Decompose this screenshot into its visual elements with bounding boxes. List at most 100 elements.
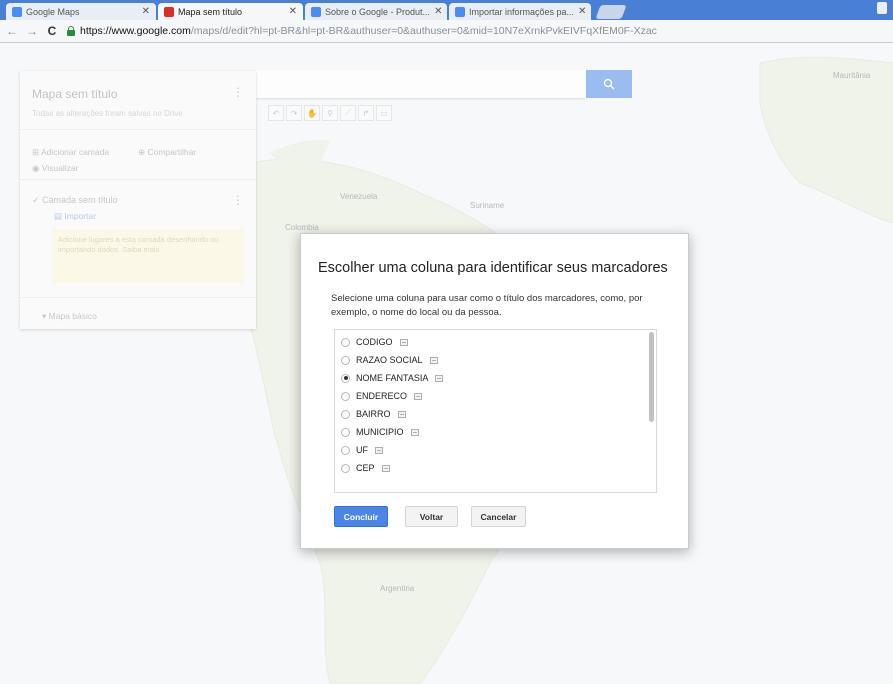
marker-icon[interactable]: ⚲ bbox=[322, 105, 338, 121]
browser-tab-importar[interactable]: Importar informações pa... ✕ bbox=[449, 3, 591, 20]
column-option-uf[interactable]: UF bbox=[341, 442, 383, 458]
base-map-toggle[interactable]: ▾ Mapa básico bbox=[42, 311, 97, 322]
preview-button[interactable]: ◉ Visualizar bbox=[32, 163, 78, 174]
layer-options-icon[interactable]: ⋮ bbox=[232, 193, 244, 207]
column-option-nome-fantasia[interactable]: NOME FANTASIA bbox=[341, 370, 444, 386]
text-column-type-icon bbox=[414, 392, 423, 400]
layer-item[interactable]: ✓ Camada sem título bbox=[32, 195, 118, 206]
layer-hint: Adicione lugares a esta camada desenhand… bbox=[52, 229, 244, 283]
address-bar[interactable]: https://www.google.com/maps/d/edit?hl=pt… bbox=[80, 25, 870, 37]
back-button[interactable]: Voltar bbox=[405, 506, 458, 527]
column-name: UF bbox=[356, 445, 368, 455]
finish-button[interactable]: Concluir bbox=[334, 506, 388, 527]
list-scrollbar[interactable] bbox=[649, 332, 654, 422]
radio-button[interactable] bbox=[341, 355, 350, 365]
map-sidebar: Mapa sem título ⋮ Todas as alterações fo… bbox=[20, 71, 256, 329]
browser-toolbar: ← → C https://www.google.com/maps/d/edit… bbox=[0, 20, 893, 43]
tab-title: Importar informações pa... bbox=[469, 6, 575, 17]
google-maps-favicon-icon bbox=[12, 6, 22, 17]
google-favicon-icon bbox=[455, 6, 465, 17]
cancel-button[interactable]: Cancelar bbox=[471, 506, 526, 527]
column-name: MUNICIPIO bbox=[356, 427, 404, 437]
divider bbox=[20, 179, 256, 180]
window-control-button[interactable] bbox=[877, 2, 887, 14]
forward-arrow-icon[interactable]: → bbox=[24, 24, 40, 38]
base-map-label: Mapa básico bbox=[48, 311, 97, 321]
url-path: /maps/d/edit?hl=pt-BR&hl=pt-BR&authuser=… bbox=[190, 25, 657, 37]
browser-tab-sobre-o-google[interactable]: Sobre o Google - Produt... ✕ bbox=[305, 3, 447, 20]
radio-button-selected[interactable] bbox=[341, 373, 350, 383]
map-search-input[interactable] bbox=[256, 70, 586, 98]
my-maps-favicon-icon bbox=[164, 6, 174, 17]
text-column-type-icon bbox=[429, 356, 438, 364]
share-label: Compartilhar bbox=[147, 147, 197, 157]
radio-button[interactable] bbox=[341, 463, 350, 473]
column-option-municipio[interactable]: MUNICIPIO bbox=[341, 424, 419, 440]
text-column-type-icon bbox=[399, 338, 408, 346]
map-title[interactable]: Mapa sem título bbox=[32, 87, 117, 101]
radio-button[interactable] bbox=[341, 409, 350, 419]
close-tab-icon[interactable]: ✕ bbox=[138, 6, 150, 17]
dialog-description: Selecione uma coluna para usar como o tí… bbox=[331, 293, 643, 318]
directions-icon[interactable]: ↱ bbox=[358, 105, 374, 121]
layer-name: Camada sem título bbox=[42, 195, 118, 205]
undo-icon[interactable]: ↶ bbox=[268, 105, 284, 121]
close-tab-icon[interactable]: ✕ bbox=[574, 6, 586, 17]
new-tab-button[interactable] bbox=[595, 5, 627, 19]
import-label: Importar bbox=[64, 211, 97, 221]
column-name: RAZAO SOCIAL bbox=[356, 355, 423, 365]
column-list[interactable]: CODIGO RAZAO SOCIAL NOME FANTASIA ENDERE… bbox=[334, 329, 657, 493]
back-arrow-icon[interactable]: ← bbox=[4, 24, 20, 38]
radio-button[interactable] bbox=[341, 337, 350, 347]
text-column-type-icon bbox=[435, 374, 444, 382]
column-name: BAIRRO bbox=[356, 409, 391, 419]
column-option-codigo[interactable]: CODIGO bbox=[341, 334, 408, 350]
choose-title-column-dialog: Escolher uma coluna para identificar seu… bbox=[300, 233, 689, 549]
column-name: NOME FANTASIA bbox=[356, 373, 429, 383]
map-label-venezuela: Venezuela bbox=[340, 192, 378, 201]
preview-label: Visualizar bbox=[41, 163, 79, 173]
close-tab-icon[interactable]: ✕ bbox=[430, 6, 442, 17]
search-icon bbox=[603, 78, 615, 90]
tab-title: Mapa sem título bbox=[178, 6, 243, 17]
redo-icon[interactable]: ↷ bbox=[286, 105, 302, 121]
add-layer-button[interactable]: ⊞ Adicionar camada bbox=[32, 147, 109, 158]
map-label-mauritania: Mauritânia bbox=[833, 71, 871, 80]
ruler-icon[interactable]: ▭ bbox=[376, 105, 392, 121]
search-button[interactable] bbox=[586, 70, 632, 98]
tab-title: Sobre o Google - Produt... bbox=[325, 6, 431, 17]
save-status: Todas as alterações foram salvas no Driv… bbox=[32, 109, 183, 118]
column-name: CODIGO bbox=[356, 337, 393, 347]
text-column-type-icon bbox=[410, 428, 419, 436]
import-link[interactable]: ▤ Importar bbox=[54, 211, 96, 222]
lock-icon bbox=[66, 26, 76, 36]
browser-tab-google-maps[interactable]: Google Maps ✕ bbox=[6, 3, 156, 20]
url-host: https://www.google.com bbox=[80, 25, 191, 37]
close-tab-icon[interactable]: ✕ bbox=[285, 6, 297, 17]
map-label-suriname: Suriname bbox=[470, 201, 505, 210]
column-option-cep[interactable]: CEP bbox=[341, 460, 390, 476]
column-name: CEP bbox=[356, 463, 375, 473]
radio-button[interactable] bbox=[341, 445, 350, 455]
column-option-endereco[interactable]: ENDERECO bbox=[341, 388, 423, 404]
dialog-title: Escolher uma coluna para identificar seu… bbox=[318, 260, 668, 276]
text-column-type-icon bbox=[375, 446, 383, 454]
hand-icon[interactable]: ✋ bbox=[304, 105, 320, 121]
share-button[interactable]: ⊕ Compartilhar bbox=[138, 147, 196, 158]
more-options-icon[interactable]: ⋮ bbox=[232, 85, 244, 99]
column-option-bairro[interactable]: BAIRRO bbox=[341, 406, 406, 422]
add-layer-label: Adicionar camada bbox=[41, 147, 110, 157]
radio-button[interactable] bbox=[341, 427, 350, 437]
google-favicon-icon bbox=[311, 6, 321, 17]
divider bbox=[20, 297, 256, 298]
divider bbox=[20, 129, 256, 130]
radio-button[interactable] bbox=[341, 391, 350, 401]
text-column-type-icon bbox=[397, 410, 406, 418]
map-label-colombia: Colombia bbox=[285, 223, 319, 232]
browser-tab-mapa-sem-titulo[interactable]: Mapa sem título ✕ bbox=[158, 3, 303, 20]
browser-tabstrip: Google Maps ✕ Mapa sem título ✕ Sobre o … bbox=[0, 0, 893, 20]
column-option-razao-social[interactable]: RAZAO SOCIAL bbox=[341, 352, 438, 368]
map-label-argentina: Argentina bbox=[380, 584, 415, 593]
reload-icon[interactable]: C bbox=[44, 24, 60, 38]
draw-line-icon[interactable]: ⟋ bbox=[340, 105, 356, 121]
